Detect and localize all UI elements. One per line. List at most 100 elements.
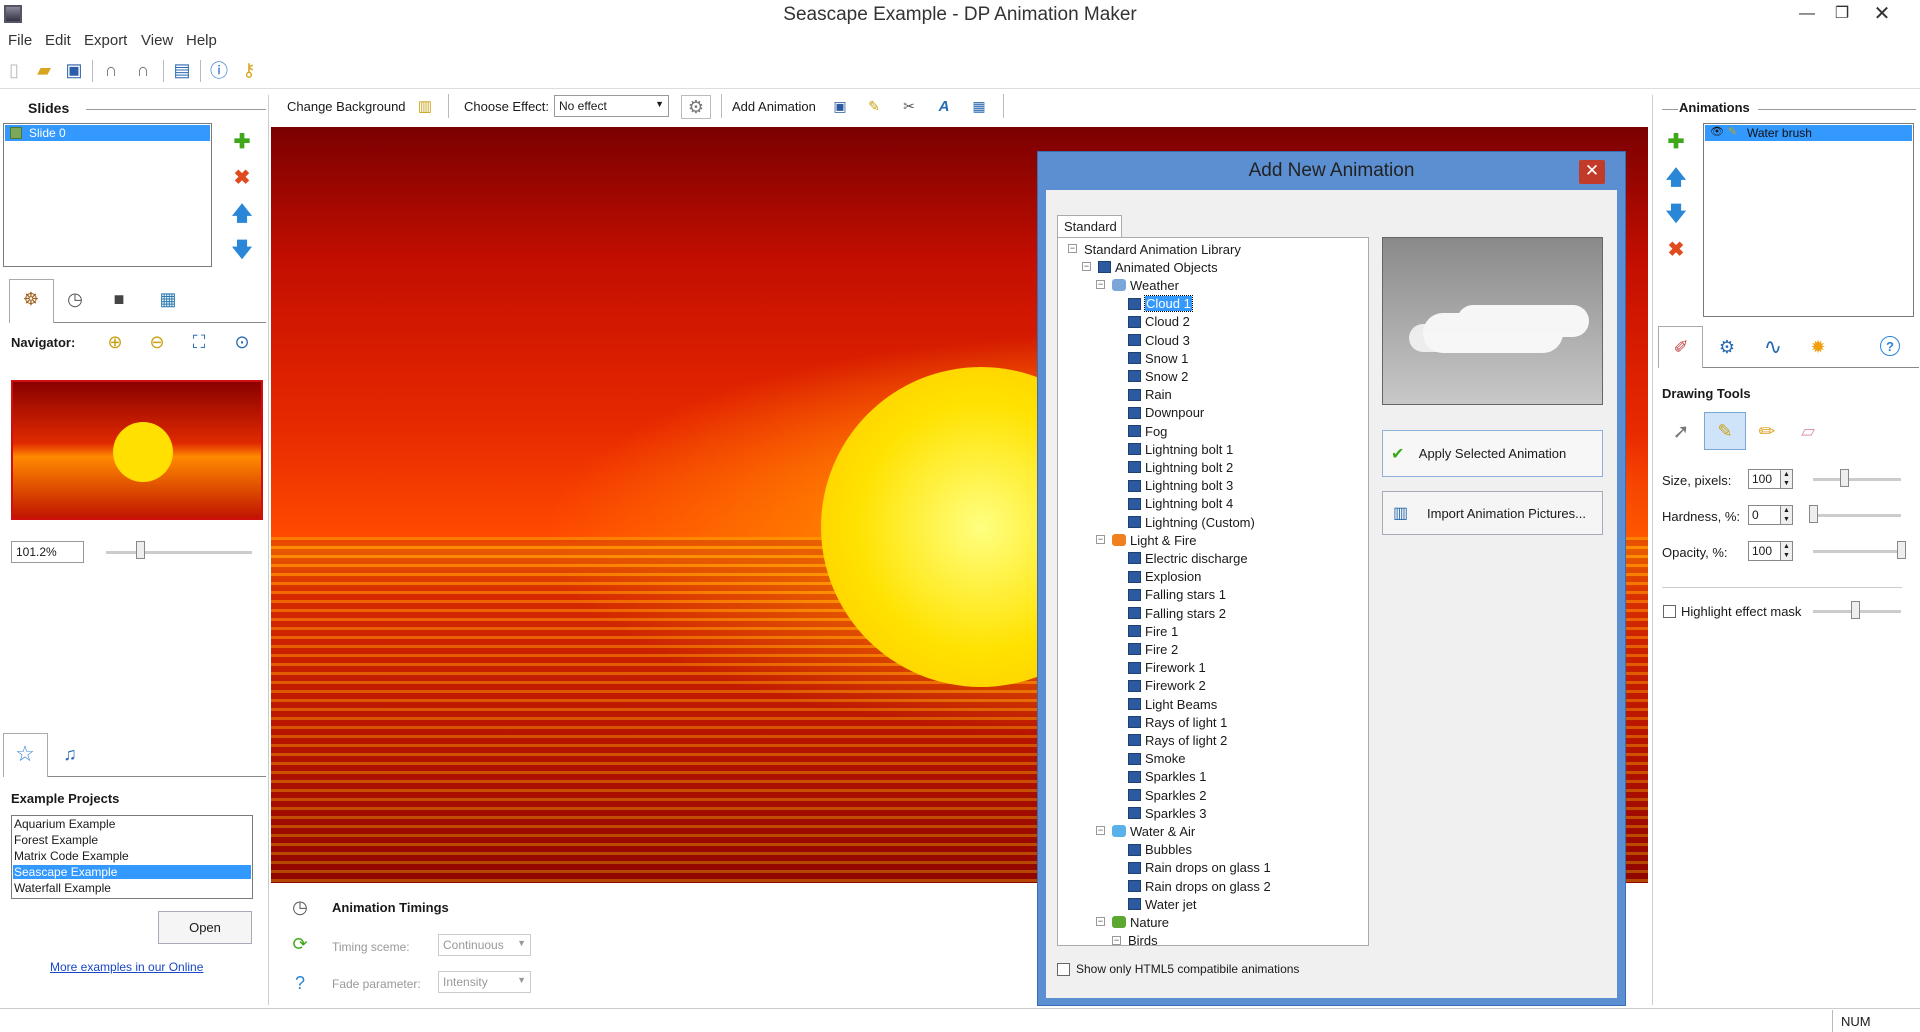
wave-icon[interactable]: ∿: [1762, 334, 1784, 359]
html5-checkbox[interactable]: [1057, 963, 1070, 976]
hardness-spinner[interactable]: ▲ ▼: [1780, 505, 1793, 525]
sun-icon[interactable]: ✹: [1807, 336, 1829, 358]
delete-slide-icon[interactable]: ✖: [231, 167, 253, 189]
tree-item[interactable]: Snow 1: [1128, 349, 1188, 367]
tree-item[interactable]: Cloud 3: [1128, 331, 1190, 349]
redo-icon[interactable]: ∩: [131, 58, 155, 82]
tree-item[interactable]: Sparkles 1: [1128, 768, 1206, 786]
highlight-mask-checkbox[interactable]: [1663, 605, 1676, 618]
size-slider-thumb[interactable]: [1839, 469, 1849, 487]
collapse-toggle-icon[interactable]: −: [1096, 826, 1105, 836]
image-icon[interactable]: ▦: [968, 95, 990, 117]
collapse-toggle-icon[interactable]: −: [1068, 244, 1077, 253]
zoom-in-icon[interactable]: ⊕: [104, 331, 126, 353]
add-animation-side-icon[interactable]: ✚: [1665, 131, 1687, 153]
tree-item[interactable]: Downpour: [1128, 404, 1204, 422]
move-up-icon[interactable]: 🡅: [231, 203, 253, 225]
tree-item[interactable]: Water jet: [1128, 895, 1197, 913]
opacity-slider-thumb[interactable]: [1897, 541, 1906, 559]
tree-folder[interactable]: Water & Air: [1112, 822, 1195, 840]
tree-item[interactable]: Lightning bolt 4: [1128, 495, 1233, 513]
camera-icon[interactable]: ■: [108, 288, 130, 310]
tree-item[interactable]: Rain: [1128, 386, 1172, 404]
tree-folder[interactable]: Weather: [1112, 276, 1179, 294]
effect-settings-icon[interactable]: ⚙: [681, 95, 711, 119]
add-slide-icon[interactable]: ✚: [231, 131, 253, 153]
menu-file[interactable]: File: [8, 32, 32, 49]
collapse-toggle-icon[interactable]: −: [1096, 280, 1105, 290]
navigator-preview[interactable]: [11, 380, 263, 520]
pointer-icon[interactable]: ➚: [1670, 420, 1692, 443]
slide-item[interactable]: Slide 0: [5, 125, 210, 141]
tree-item[interactable]: Firework 1: [1128, 659, 1206, 677]
undo-icon[interactable]: ∩: [99, 58, 123, 82]
music-icon[interactable]: ♫: [59, 743, 81, 765]
collapse-toggle-icon[interactable]: −: [1112, 935, 1121, 945]
collapse-toggle-icon[interactable]: −: [1096, 535, 1105, 545]
open-button[interactable]: Open: [158, 911, 252, 944]
examples-list[interactable]: Aquarium Example Forest Example Matrix C…: [11, 815, 253, 899]
tree-item[interactable]: Light Beams: [1128, 695, 1217, 713]
animation-tree[interactable]: − Standard Animation Library − Animated Obj…: [1057, 237, 1369, 946]
tree-subfolder[interactable]: Birds: [1128, 932, 1158, 945]
new-file-icon[interactable]: ▯: [2, 58, 26, 82]
tree-item[interactable]: Rain drops on glass 2: [1128, 877, 1271, 895]
tree-item[interactable]: Firework 2: [1128, 677, 1206, 695]
fit-icon[interactable]: ⛶: [188, 331, 210, 353]
close-window-button[interactable]: ✕: [1860, 0, 1904, 30]
example-item[interactable]: Forest Example: [14, 833, 98, 847]
hardness-slider-thumb[interactable]: [1809, 505, 1818, 523]
tree-item[interactable]: Fog: [1128, 422, 1167, 440]
brush-icon[interactable]: ✎: [863, 95, 885, 117]
export-icon[interactable]: ▤: [170, 58, 194, 82]
tree-item[interactable]: Lightning bolt 1: [1128, 440, 1233, 458]
move-up-icon[interactable]: 🡅: [1665, 167, 1687, 189]
highlight-mask-label[interactable]: Highlight effect mask: [1681, 604, 1801, 619]
tree-item[interactable]: Bubbles: [1128, 841, 1192, 859]
example-item[interactable]: Waterfall Example: [14, 881, 111, 895]
example-item[interactable]: Matrix Code Example: [14, 849, 129, 863]
tree-item[interactable]: Cloud 1: [1128, 295, 1193, 313]
change-background-label[interactable]: Change Background: [287, 99, 406, 114]
timing-select[interactable]: Continuous ▼: [438, 934, 531, 956]
menu-edit[interactable]: Edit: [45, 32, 71, 49]
save-icon[interactable]: ▣: [62, 58, 86, 82]
tree-item[interactable]: Electric discharge: [1128, 549, 1248, 567]
apply-animation-button[interactable]: ✔ Apply Selected Animation: [1382, 430, 1603, 477]
tree-item[interactable]: Falling stars 1: [1128, 586, 1226, 604]
tree-item[interactable]: Fire 2: [1128, 640, 1178, 658]
opacity-slider-track[interactable]: [1813, 550, 1901, 553]
tree-item[interactable]: Cloud 2: [1128, 313, 1190, 331]
clock-icon[interactable]: ◷: [64, 288, 86, 310]
eraser-icon[interactable]: ▱: [1797, 420, 1819, 442]
dialog-close-button[interactable]: ✕: [1579, 160, 1605, 184]
info-icon[interactable]: ⓘ: [207, 58, 231, 82]
tree-item[interactable]: Lightning (Custom): [1128, 513, 1255, 531]
tree-group[interactable]: Animated Objects: [1098, 258, 1218, 276]
animations-list[interactable]: Water brush 👁 ✎: [1703, 123, 1914, 317]
effect-select[interactable]: No effect ▼: [554, 95, 669, 117]
tree-item[interactable]: Smoke: [1128, 750, 1185, 768]
zoom-field[interactable]: 101.2%: [11, 541, 84, 563]
more-examples-link[interactable]: More examples in our Online: [50, 960, 203, 974]
tree-item[interactable]: Lightning bolt 2: [1128, 458, 1233, 476]
menu-export[interactable]: Export: [84, 32, 127, 49]
tree-item[interactable]: Snow 2: [1128, 367, 1188, 385]
tree-item[interactable]: Lightning bolt 3: [1128, 477, 1233, 495]
image-settings-icon[interactable]: ▦: [157, 288, 179, 310]
maximize-button[interactable]: ❐: [1820, 0, 1864, 30]
hardness-slider-track[interactable]: [1813, 514, 1901, 517]
size-slider-track[interactable]: [1813, 478, 1901, 481]
gear-icon[interactable]: ⚙: [1716, 336, 1738, 358]
key-icon[interactable]: ⚷: [237, 58, 261, 82]
tree-root[interactable]: Standard Animation Library: [1084, 240, 1241, 258]
tree-item[interactable]: Fire 1: [1128, 622, 1178, 640]
menu-help[interactable]: Help: [186, 32, 217, 49]
delete-animation-icon[interactable]: ✖: [1665, 239, 1687, 261]
zoom-out-icon[interactable]: ⊖: [146, 331, 168, 353]
tree-item[interactable]: Falling stars 2: [1128, 604, 1226, 622]
move-down-icon[interactable]: 🡇: [231, 239, 253, 261]
tree-folder[interactable]: Nature: [1112, 913, 1169, 931]
example-item[interactable]: Aquarium Example: [14, 817, 115, 831]
tree-item[interactable]: Sparkles 3: [1128, 804, 1206, 822]
